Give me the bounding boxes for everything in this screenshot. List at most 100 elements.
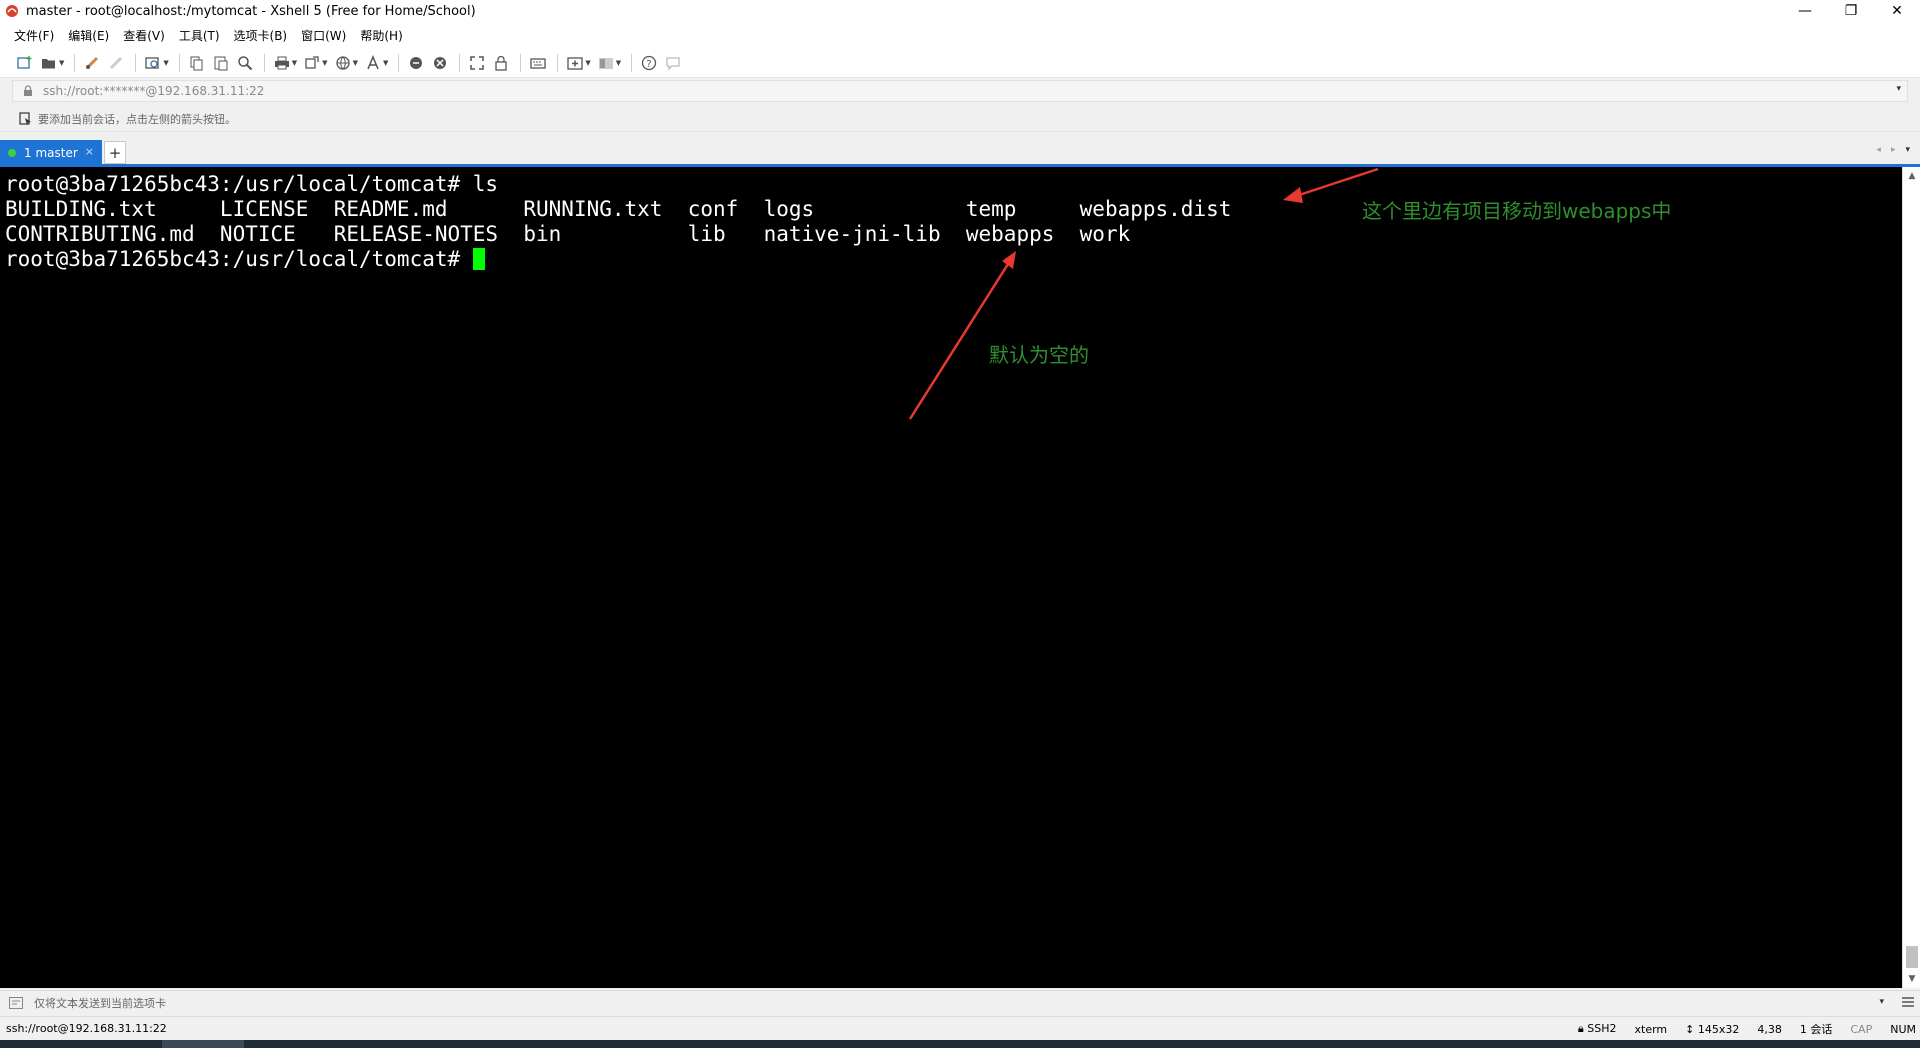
window-title: master - root@localhost:/mytomcat - Xshe… xyxy=(26,3,476,19)
taskbar-strip xyxy=(0,1040,1920,1048)
menu-tools[interactable]: 工具(T) xyxy=(179,27,220,44)
lock-icon xyxy=(21,85,35,97)
compose-dropdown-icon[interactable]: ▾ xyxy=(1879,997,1884,1007)
status-sessions: 1 会话 xyxy=(1799,1023,1833,1036)
tab-master[interactable]: 1 master × xyxy=(0,140,102,165)
disconnect-icon[interactable] xyxy=(105,52,127,74)
globe-icon[interactable] xyxy=(332,52,354,74)
compose-bar[interactable]: 仅将文本发送到当前选项卡 ▾ xyxy=(0,990,1920,1014)
find-icon[interactable] xyxy=(234,52,256,74)
close-button[interactable]: ✕ xyxy=(1874,0,1920,22)
scrollbar-thumb[interactable] xyxy=(1906,946,1918,968)
fullscreen-icon[interactable] xyxy=(466,52,488,74)
xftp-icon[interactable] xyxy=(405,52,427,74)
address-bar[interactable]: ssh://root:*******@192.168.31.11:22 ▾ xyxy=(12,80,1908,102)
chat-icon[interactable] xyxy=(662,52,684,74)
toolbar-separator xyxy=(520,53,522,72)
session-hint-bar: 要添加当前会话，点击左侧的箭头按钮。 xyxy=(0,106,1920,132)
new-session-icon[interactable] xyxy=(14,52,36,74)
title-bar: master - root@localhost:/mytomcat - Xshe… xyxy=(0,0,1920,22)
scroll-down-icon[interactable]: ▼ xyxy=(1903,972,1920,986)
status-num-lock: NUM xyxy=(1890,1022,1916,1036)
xshell-app-icon[interactable] xyxy=(4,3,20,19)
minimize-button[interactable]: — xyxy=(1782,0,1828,22)
reconnect-dropdown-icon[interactable]: ▼ xyxy=(163,59,168,67)
toolbar: ▼ ▼ ▼ ▼ ▼ ▼ ▼ ▼ ? xyxy=(0,48,1920,78)
add-tab-dropdown-icon[interactable]: ▼ xyxy=(585,59,590,67)
lock-icon[interactable] xyxy=(490,52,512,74)
status-lock-icon: 🔒︎ xyxy=(1577,1022,1584,1035)
toolbar-separator xyxy=(557,53,559,72)
tab-list-dropdown-icon[interactable]: ▾ xyxy=(1905,145,1910,155)
open-folder-icon[interactable] xyxy=(38,52,60,74)
transfer-icon[interactable] xyxy=(301,52,323,74)
layout-dropdown-icon[interactable]: ▼ xyxy=(616,59,621,67)
status-size: ↕ 145x32 xyxy=(1685,1023,1739,1036)
toolbar-separator xyxy=(459,53,461,72)
toolbar-separator xyxy=(263,53,265,72)
add-session-arrow-icon[interactable] xyxy=(18,112,32,126)
address-input[interactable]: ssh://root:*******@192.168.31.11:22 xyxy=(43,84,264,98)
menu-bar: 文件(F) 编辑(E) 查看(V) 工具(T) 选项卡(B) 窗口(W) 帮助(… xyxy=(0,22,1920,48)
font-icon[interactable] xyxy=(362,52,384,74)
compose-input[interactable]: 仅将文本发送到当前选项卡 xyxy=(34,995,166,1011)
arrow-to-webapps xyxy=(908,251,1016,420)
terminal-scrollbar[interactable]: ▲ ▼ xyxy=(1902,167,1920,988)
session-hint-text: 要添加当前会话，点击左侧的箭头按钮。 xyxy=(38,112,236,126)
status-protocol: 🔒︎ SSH2 xyxy=(1578,1022,1617,1036)
xmanager-icon[interactable] xyxy=(429,52,451,74)
taskbar-segment xyxy=(162,1040,244,1048)
menu-edit[interactable]: 编辑(E) xyxy=(68,27,109,44)
menu-help[interactable]: 帮助(H) xyxy=(360,27,402,44)
menu-file[interactable]: 文件(F) xyxy=(14,27,54,44)
add-tab-button[interactable]: + xyxy=(104,141,126,164)
toolbar-separator xyxy=(398,53,400,72)
transfer-dropdown-icon[interactable]: ▼ xyxy=(322,59,327,67)
font-dropdown-icon[interactable]: ▼ xyxy=(383,59,388,67)
status-size-label: 145x32 xyxy=(1697,1022,1740,1036)
connection-status-dot xyxy=(8,148,16,157)
menu-tabs[interactable]: 选项卡(B) xyxy=(234,27,288,44)
address-dropdown-icon[interactable]: ▾ xyxy=(1896,84,1901,94)
print-dropdown-icon[interactable]: ▼ xyxy=(292,59,297,67)
status-caps-lock: CAP xyxy=(1850,1022,1873,1036)
help-icon[interactable]: ? xyxy=(638,52,660,74)
tab-scroll-left-icon[interactable]: ◂ xyxy=(1876,145,1881,155)
toolbar-separator xyxy=(178,53,180,72)
compose-menu-icon[interactable] xyxy=(1900,995,1916,1009)
tab-navigation: ◂ ▸ ▾ xyxy=(1876,145,1910,155)
status-indicators: 🔒︎ SSH2 xterm ↕ 145x32 4,38 1 会话 CAP NUM xyxy=(1578,1017,1916,1041)
toolbar-separator xyxy=(74,53,76,72)
keyboard-icon[interactable] xyxy=(527,52,549,74)
svg-text:?: ? xyxy=(646,59,651,70)
open-dropdown-icon[interactable]: ▼ xyxy=(59,59,64,67)
connect-icon[interactable] xyxy=(81,52,103,74)
status-terminal-type: xterm xyxy=(1634,1022,1668,1036)
layout-icon[interactable] xyxy=(595,52,617,74)
toolbar-separator xyxy=(135,53,137,72)
tab-bar: 1 master × + ◂ ▸ ▾ xyxy=(0,139,1920,165)
tab-scroll-right-icon[interactable]: ▸ xyxy=(1891,145,1896,155)
status-size-icon: ↕ xyxy=(1685,1022,1695,1036)
reconnect-icon[interactable] xyxy=(142,52,164,74)
annotation-empty-note: 默认为空的 xyxy=(989,343,1089,367)
menu-window[interactable]: 窗口(W) xyxy=(301,27,346,44)
annotation-arrows xyxy=(908,167,1379,420)
status-connection: ssh://root@192.168.31.11:22 xyxy=(6,1022,167,1035)
toolbar-separator xyxy=(631,53,633,72)
status-cursor-position: 4,38 xyxy=(1757,1022,1782,1036)
print-icon[interactable] xyxy=(271,52,293,74)
tab-close-icon[interactable]: × xyxy=(85,145,94,158)
scroll-up-icon[interactable]: ▲ xyxy=(1903,169,1920,183)
terminal-area[interactable]: root@3ba71265bc43:/usr/local/tomcat# ls … xyxy=(0,167,1902,988)
paste-icon[interactable] xyxy=(210,52,232,74)
window-controls: — ❐ ✕ xyxy=(1782,0,1920,22)
compose-icon[interactable] xyxy=(8,996,24,1010)
menu-view[interactable]: 查看(V) xyxy=(123,27,165,44)
maximize-button[interactable]: ❐ xyxy=(1828,0,1874,22)
status-bar: ssh://root@192.168.31.11:22 🔒︎ SSH2 xter… xyxy=(0,1016,1920,1040)
status-protocol-label: SSH2 xyxy=(1587,1022,1617,1035)
copy-icon[interactable] xyxy=(186,52,208,74)
add-tab-icon[interactable] xyxy=(564,52,586,74)
globe-dropdown-icon[interactable]: ▼ xyxy=(353,59,358,67)
